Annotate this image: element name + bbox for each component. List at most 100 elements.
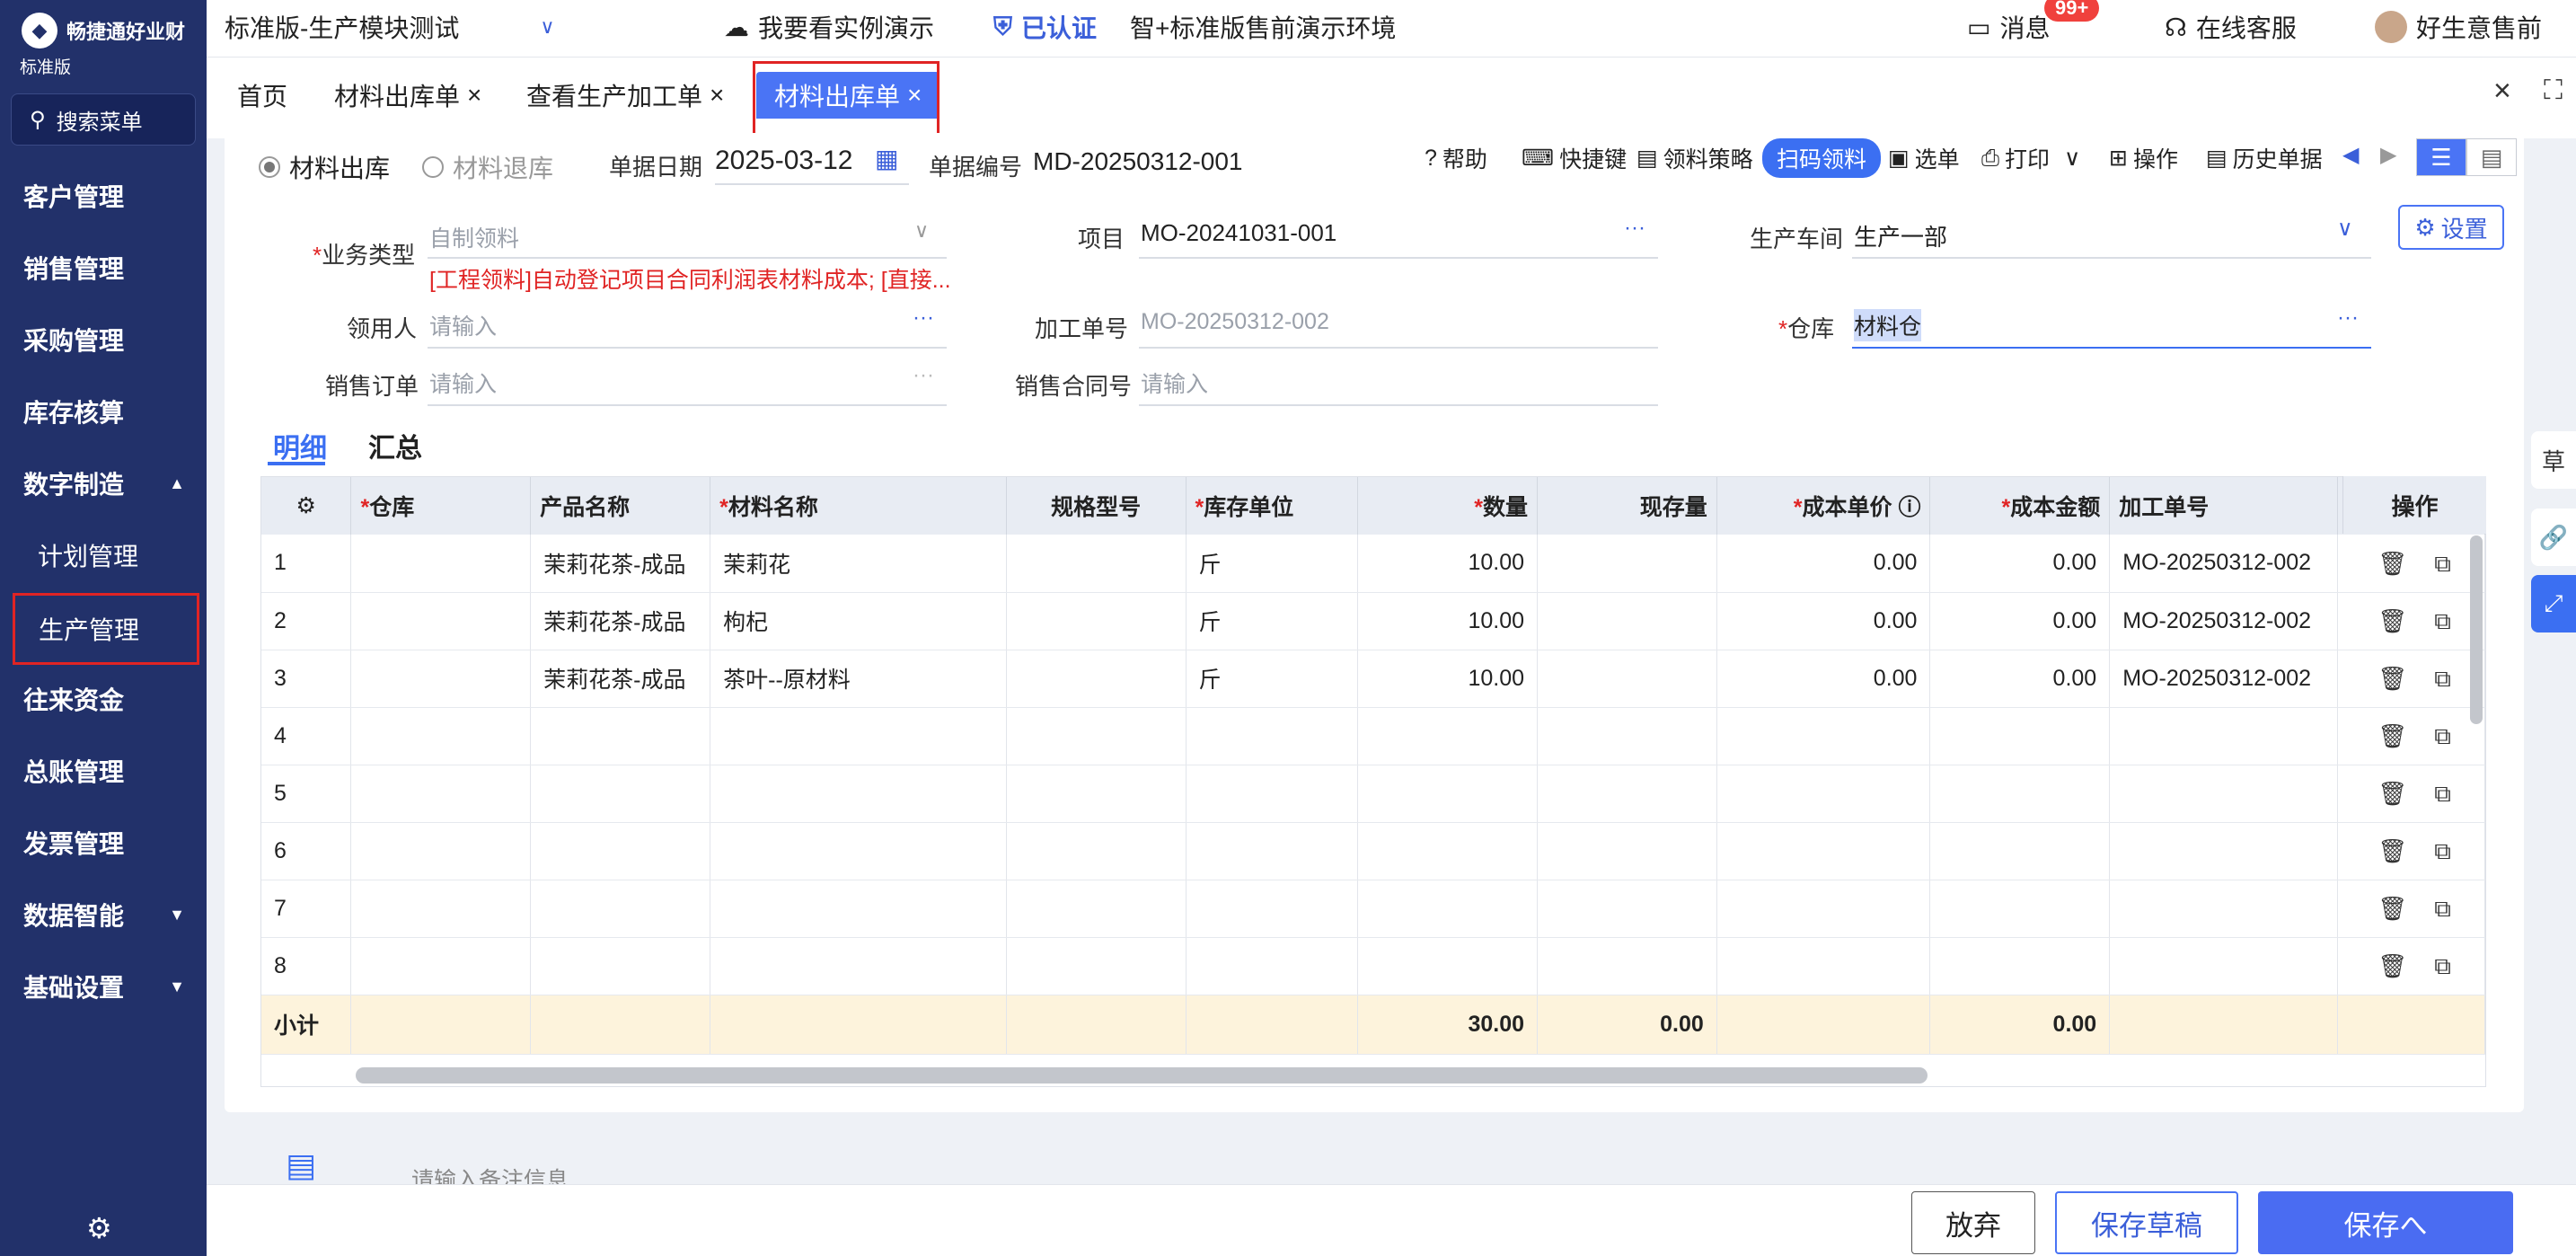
sidebar-item-ledger[interactable]: 总账管理 — [0, 739, 207, 802]
trash-icon[interactable]: 🗑 — [2378, 895, 2407, 924]
app-logo[interactable]: ◆ 畅捷通好业财 — [22, 13, 185, 49]
cell-spec[interactable] — [1006, 535, 1187, 593]
trash-icon[interactable]: 🗑 — [2378, 550, 2407, 579]
cell-warehouse[interactable] — [350, 535, 532, 593]
cell-amount[interactable] — [1929, 822, 2111, 880]
cell-order[interactable] — [2109, 707, 2339, 765]
tab-view-production-order[interactable]: 查看生产加工单 × — [526, 72, 724, 119]
link-icon[interactable]: 🔗 — [2531, 509, 2576, 566]
cell-unit[interactable]: 斤 — [1186, 650, 1359, 708]
cell-unit[interactable] — [1186, 937, 1359, 995]
warehouse-input[interactable]: 材料仓 — [1854, 309, 1922, 341]
sidebar-item-production[interactable]: 生产管理 — [13, 593, 199, 665]
sidebar-item-sales[interactable]: 销售管理 — [0, 236, 207, 299]
cell-material[interactable] — [710, 880, 1007, 938]
cell-amount[interactable] — [1929, 937, 2111, 995]
cell-product[interactable] — [530, 707, 711, 765]
cell-price[interactable] — [1716, 707, 1931, 765]
shortcut-button[interactable]: ⌨ 快捷键 — [1522, 142, 1627, 174]
close-icon[interactable]: × — [467, 81, 481, 110]
cell-product[interactable] — [530, 822, 711, 880]
cell-amount[interactable]: 0.00 — [1929, 592, 2111, 650]
cell-stock[interactable] — [1537, 535, 1717, 593]
trash-icon[interactable]: 🗑 — [2378, 722, 2407, 751]
cell-unit[interactable] — [1186, 822, 1359, 880]
cell-material[interactable] — [710, 937, 1007, 995]
cell-amount[interactable]: 0.00 — [1929, 535, 2111, 593]
cell-price[interactable] — [1716, 822, 1931, 880]
cell-price[interactable] — [1716, 765, 1931, 823]
cell-product[interactable]: 茉莉花茶-成品 — [530, 650, 711, 708]
sidebar-item-funds[interactable]: 往来资金 — [0, 668, 207, 730]
save-button[interactable]: 保存へ — [2258, 1191, 2513, 1254]
sidebar-item-inventory[interactable]: 库存核算 — [0, 380, 207, 443]
tab-material-out-1[interactable]: 材料出库单 × — [334, 72, 481, 119]
cell-material[interactable]: 枸杞 — [710, 592, 1007, 650]
expand-icon[interactable]: ⤢ — [2531, 575, 2576, 632]
cell-order[interactable] — [2109, 765, 2339, 823]
cell-warehouse[interactable] — [350, 650, 532, 708]
cell-qty[interactable]: 10.00 — [1357, 650, 1539, 708]
cell-product[interactable] — [530, 765, 711, 823]
more-icon[interactable]: ··· — [2337, 305, 2359, 331]
cell-spec[interactable] — [1006, 592, 1187, 650]
horizontal-scrollbar[interactable] — [356, 1067, 1928, 1084]
sidebar-item-planning[interactable]: 计划管理 — [0, 524, 207, 587]
cell-price[interactable] — [1716, 937, 1931, 995]
list-view-icon[interactable]: ☰ — [2416, 138, 2466, 176]
cell-qty[interactable] — [1357, 937, 1539, 995]
cell-qty[interactable] — [1357, 765, 1539, 823]
strategy-button[interactable]: ▤ 领料策略 — [1636, 142, 1753, 174]
radio-material-out[interactable]: 材料出库 — [259, 149, 390, 185]
sales-order-input[interactable]: 请输入 — [429, 367, 497, 399]
scan-button[interactable]: 扫码领料 — [1762, 138, 1882, 178]
cell-spec[interactable] — [1006, 822, 1187, 880]
close-icon[interactable]: × — [2493, 74, 2511, 109]
sales-contract-input[interactable]: 请输入 — [1141, 367, 1208, 399]
more-icon[interactable]: ··· — [1624, 216, 1645, 241]
sidebar-item-data-intelligence[interactable]: 数据智能 ▼ — [0, 883, 207, 946]
cell-order[interactable] — [2109, 880, 2339, 938]
cell-spec[interactable] — [1006, 650, 1187, 708]
cell-stock[interactable] — [1537, 937, 1717, 995]
trash-icon[interactable]: 🗑 — [2378, 952, 2407, 981]
cell-stock[interactable] — [1537, 650, 1717, 708]
help-icon[interactable]: ⓘ — [1898, 495, 1920, 520]
next-icon[interactable]: ▶ — [2380, 142, 2396, 168]
cell-price[interactable]: 0.00 — [1716, 650, 1931, 708]
tab-detail[interactable]: 明细 — [273, 426, 327, 465]
close-icon[interactable]: × — [710, 81, 724, 110]
cell-amount[interactable]: 0.00 — [1929, 650, 2111, 708]
save-draft-button[interactable]: 保存草稿 — [2055, 1191, 2238, 1254]
cell-amount[interactable] — [1929, 880, 2111, 938]
cell-material[interactable]: 茶叶--原材料 — [710, 650, 1007, 708]
chevron-down-icon[interactable]: ∨ — [2337, 216, 2353, 242]
account-selector[interactable]: 标准版-生产模块测试 ∨ — [225, 9, 554, 45]
biz-type-select[interactable]: 自制领料 — [429, 221, 519, 253]
cell-price[interactable]: 0.00 — [1716, 592, 1931, 650]
cell-product[interactable]: 茉莉花茶-成品 — [530, 535, 711, 593]
sidebar-item-invoice[interactable]: 发票管理 — [0, 811, 207, 874]
project-input[interactable]: MO-20241031-001 — [1141, 219, 1337, 247]
cell-material[interactable] — [710, 707, 1007, 765]
cell-qty[interactable] — [1357, 822, 1539, 880]
copy-icon[interactable]: ⧉ — [2434, 952, 2451, 981]
cell-amount[interactable] — [1929, 707, 2111, 765]
cell-qty[interactable] — [1357, 707, 1539, 765]
calendar-icon[interactable]: ▦ — [875, 144, 898, 173]
cell-price[interactable]: 0.00 — [1716, 535, 1931, 593]
cell-warehouse[interactable] — [350, 822, 532, 880]
prev-icon[interactable]: ◀ — [2342, 142, 2359, 168]
cell-material[interactable] — [710, 822, 1007, 880]
history-button[interactable]: ▤ 历史单据 — [2206, 142, 2323, 174]
cell-stock[interactable] — [1537, 592, 1717, 650]
cell-product[interactable] — [530, 937, 711, 995]
settings-button[interactable]: ⚙ 设置 — [2398, 205, 2504, 250]
discard-button[interactable]: 放弃 — [1911, 1191, 2035, 1254]
maximize-icon[interactable]: ⛶ — [2544, 75, 2563, 106]
vertical-scrollbar[interactable] — [2470, 535, 2483, 724]
copy-icon[interactable]: ⧉ — [2434, 895, 2451, 924]
cell-order[interactable] — [2109, 822, 2339, 880]
print-button[interactable]: ⎙ 打印 ∨ — [1981, 142, 2080, 174]
cell-stock[interactable] — [1537, 822, 1717, 880]
